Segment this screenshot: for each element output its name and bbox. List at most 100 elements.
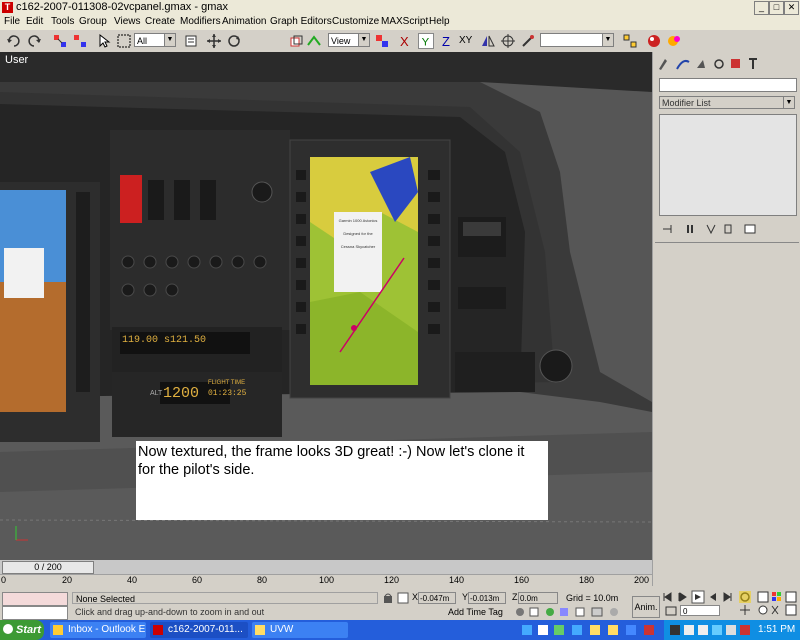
axis-y-button[interactable]: Y bbox=[418, 33, 434, 49]
select-region-icon[interactable] bbox=[116, 33, 132, 49]
render-icon[interactable] bbox=[666, 33, 682, 49]
tray-icons[interactable] bbox=[668, 623, 752, 637]
menu-group[interactable]: Group bbox=[79, 16, 107, 27]
select-object-icon[interactable] bbox=[96, 33, 112, 49]
menu-help[interactable]: Help bbox=[429, 16, 450, 27]
ruler-tick: 140 bbox=[449, 575, 465, 585]
z-coord-label: Z bbox=[512, 592, 518, 602]
gps-text-2: Designed for the bbox=[343, 231, 373, 236]
select-by-name-icon[interactable] bbox=[184, 33, 200, 49]
flight-time-value: 01:23:25 bbox=[208, 389, 247, 398]
close-button[interactable]: ✕ bbox=[784, 1, 799, 15]
menu-animation[interactable]: Animation bbox=[222, 16, 266, 27]
anim-button[interactable]: Anim. bbox=[632, 596, 660, 618]
app-icon[interactable]: T bbox=[2, 2, 13, 13]
viewport-label[interactable]: User bbox=[5, 54, 28, 66]
start-button[interactable]: Start bbox=[0, 620, 44, 640]
menu-create[interactable]: Create bbox=[145, 16, 175, 27]
menu-customize[interactable]: Customize bbox=[332, 16, 379, 27]
gps-placard: Garmin 1000 Avionics Designed for the Ce… bbox=[336, 218, 380, 249]
redo-icon[interactable] bbox=[26, 33, 42, 49]
flight-time-label: FLIGHT TIME bbox=[208, 380, 246, 386]
time-slider-thumb[interactable]: 0 / 200 bbox=[2, 561, 94, 574]
menu-edit[interactable]: Edit bbox=[26, 16, 43, 27]
select-link-icon[interactable] bbox=[52, 33, 68, 49]
task-gmax[interactable]: c162-2007-011... bbox=[150, 622, 248, 638]
axis-x-button[interactable]: X bbox=[400, 34, 409, 49]
ruler-tick: 0 bbox=[1, 575, 7, 585]
axis-xy-button[interactable]: XY bbox=[459, 35, 472, 46]
unlink-icon[interactable] bbox=[72, 33, 88, 49]
ruler-tick: 160 bbox=[514, 575, 530, 585]
selection-filter-select[interactable]: All ▼ bbox=[134, 33, 176, 47]
prompt-line: Click and drag up-and-down to zoom in an… bbox=[75, 607, 265, 617]
maxscript-listener-white[interactable] bbox=[2, 606, 68, 620]
axis-z-button[interactable]: Z bbox=[442, 34, 450, 49]
menu-maxscript[interactable]: MAXScript bbox=[381, 16, 428, 27]
caption-box: Now textured, the frame looks 3D great! … bbox=[136, 441, 548, 520]
chevron-down-icon: ▼ bbox=[602, 34, 613, 46]
reference-coord-select[interactable]: View ▼ bbox=[328, 33, 370, 47]
track-bar[interactable]: 0 20 40 60 80 100 120 140 160 180 200 bbox=[0, 574, 652, 591]
menu-bar: File Edit Tools Group Views Create Modif… bbox=[0, 16, 800, 30]
title-bar: T c162-2007-011308-02vcpanel.gmax - gmax… bbox=[0, 0, 800, 17]
maxscript-listener-pink[interactable] bbox=[2, 592, 68, 606]
ruler-tick: 80 bbox=[257, 575, 268, 585]
key-mode-icon[interactable] bbox=[664, 605, 678, 617]
gps-text-1: Garmin 1000 Avionics bbox=[338, 218, 378, 223]
menu-views[interactable]: Views bbox=[114, 16, 141, 27]
squash-icon[interactable] bbox=[306, 33, 322, 49]
pivot-center-icon[interactable] bbox=[374, 33, 390, 49]
rotate-icon[interactable] bbox=[226, 33, 242, 49]
object-name-field[interactable] bbox=[659, 78, 797, 92]
status-toggle-icons[interactable] bbox=[514, 606, 624, 618]
com-frequency-display: 119.00 s121.50 bbox=[122, 335, 207, 346]
folder-icon bbox=[255, 625, 265, 635]
layers-icon[interactable] bbox=[622, 33, 638, 49]
reference-coord-value: View bbox=[331, 36, 351, 46]
modifier-list-select[interactable]: Modifier List ▼ bbox=[659, 96, 795, 109]
add-time-tag-button[interactable]: Add Time Tag bbox=[448, 606, 510, 618]
current-frame-field[interactable]: 0 bbox=[680, 605, 720, 616]
lock-selection-icon[interactable] bbox=[382, 592, 410, 604]
chevron-down-icon: ▼ bbox=[358, 34, 369, 46]
time-slider[interactable]: 0 / 200 bbox=[0, 560, 652, 574]
ruler-tick: 180 bbox=[579, 575, 595, 585]
quick-launch-icons[interactable] bbox=[520, 623, 660, 637]
clock: 1:51 PM bbox=[758, 624, 796, 635]
align-icon[interactable] bbox=[500, 33, 516, 49]
chevron-down-icon: ▼ bbox=[164, 34, 175, 46]
window-title: c162-2007-011308-02vcpanel.gmax - gmax bbox=[16, 1, 228, 13]
viewport-nav-icons[interactable] bbox=[738, 590, 798, 618]
system-tray: 1:51 PM bbox=[664, 620, 800, 640]
task-uvw[interactable]: UVW bbox=[252, 622, 348, 638]
scale-icon[interactable] bbox=[288, 33, 304, 49]
y-coord-field[interactable]: -0.013m bbox=[468, 592, 506, 604]
maximize-button[interactable]: □ bbox=[769, 1, 784, 15]
modifier-stack[interactable] bbox=[659, 114, 797, 216]
snap-icon[interactable] bbox=[520, 33, 536, 49]
stack-tools[interactable] bbox=[659, 222, 795, 236]
task-outlook[interactable]: Inbox - Outlook E... bbox=[50, 622, 146, 638]
svg-text:Y: Y bbox=[422, 36, 430, 48]
ruler-tick: 60 bbox=[192, 575, 203, 585]
x-coord-field[interactable]: -0.047m bbox=[418, 592, 456, 604]
menu-file[interactable]: File bbox=[4, 16, 20, 27]
z-coord-field[interactable]: 0.0m bbox=[518, 592, 558, 604]
menu-modifiers[interactable]: Modifiers bbox=[180, 16, 221, 27]
chevron-down-icon: ▼ bbox=[783, 97, 794, 108]
menu-tools[interactable]: Tools bbox=[51, 16, 74, 27]
menu-graph-editors[interactable]: Graph Editors bbox=[270, 16, 332, 27]
ruler-tick: 40 bbox=[127, 575, 138, 585]
mirror-icon[interactable] bbox=[480, 33, 496, 49]
modifier-list-label: Modifier List bbox=[662, 98, 711, 108]
named-selection-select[interactable]: ▼ bbox=[540, 33, 614, 47]
material-editor-icon[interactable] bbox=[646, 33, 662, 49]
selection-status: None Selected bbox=[72, 592, 378, 604]
move-icon[interactable] bbox=[206, 33, 222, 49]
status-bar: None Selected Click and drag up-and-down… bbox=[0, 590, 660, 620]
minimize-button[interactable]: _ bbox=[754, 1, 769, 15]
undo-icon[interactable] bbox=[6, 33, 22, 49]
ruler-tick: 100 bbox=[319, 575, 335, 585]
playback-controls[interactable] bbox=[662, 590, 740, 604]
